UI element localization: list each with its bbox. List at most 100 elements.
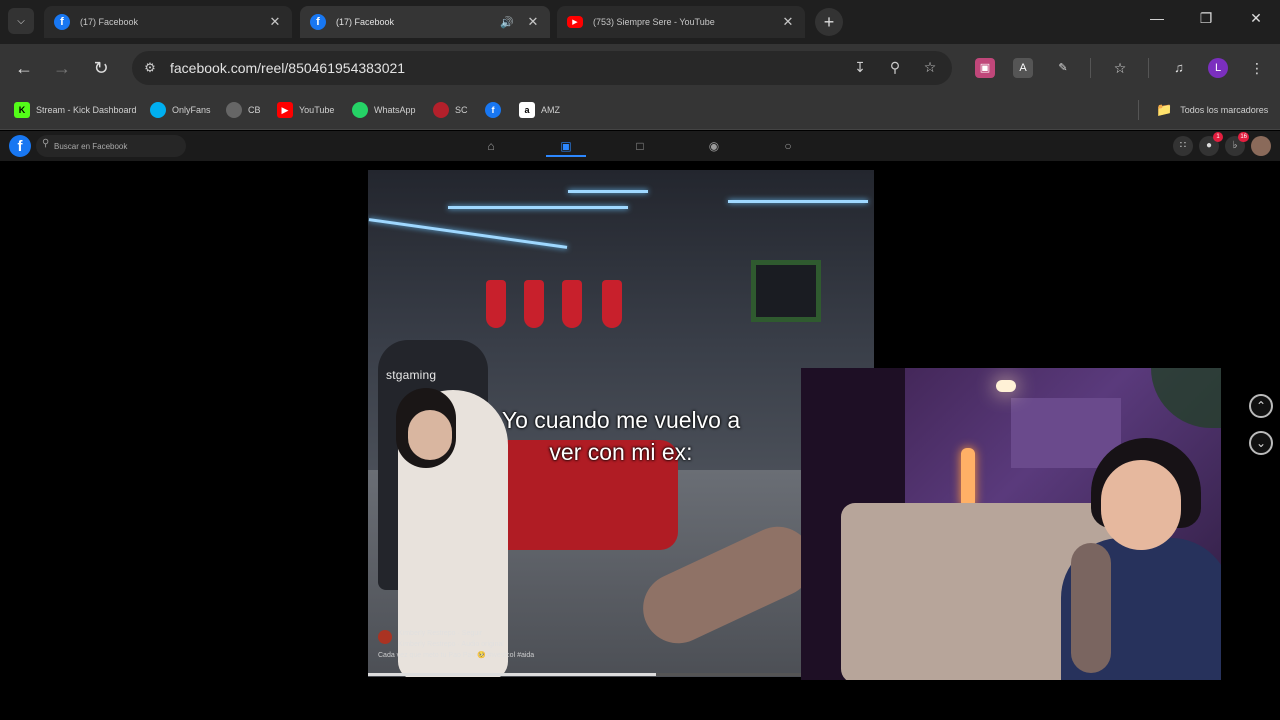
notifications-icon[interactable]: ♭ 16 (1225, 132, 1249, 156)
browser-toolbar: ← → ↻ ⚙ facebook.com/reel/85046195438302… (0, 44, 1280, 92)
messenger-icon[interactable]: ● 1 (1199, 132, 1223, 156)
youtube-icon: ▶ (567, 16, 583, 28)
facebook-icon: f (310, 14, 326, 30)
divider (1148, 58, 1149, 78)
chair-brand-text: stgaming (386, 368, 437, 382)
neon-light (728, 200, 868, 203)
extension-icon[interactable]: ▣ (975, 58, 995, 78)
bookmark-label: YouTube (299, 105, 335, 115)
all-bookmarks-label: Todos los marcadores (1180, 105, 1269, 115)
groups-icon[interactable]: ◉ (694, 135, 734, 157)
tab-facebook-1[interactable]: f (17) Facebook ✕ (44, 6, 292, 38)
wreath-frame (751, 260, 821, 322)
gaming-icon[interactable]: ○ (768, 135, 808, 157)
search-input[interactable] (54, 138, 179, 154)
next-reel-button[interactable]: ⌄ (1249, 431, 1273, 455)
tab-title: (753) Siempre Sere - YouTube (593, 17, 715, 27)
folder-icon: 📁 (1156, 102, 1173, 117)
account-avatar[interactable] (1251, 136, 1271, 156)
tab-title: (17) Facebook (80, 17, 139, 27)
neon-light (448, 206, 628, 209)
video-icon[interactable]: ▣ (546, 135, 586, 157)
reel-video[interactable]: stgaming Yo cuando me vuelvo a ver con m… (368, 170, 874, 677)
bookmark-label: AMZ (541, 105, 560, 115)
site-info-icon[interactable]: ⚙ (140, 58, 160, 78)
speaker-icon[interactable]: 🔊 (500, 16, 514, 29)
close-icon[interactable]: ✕ (781, 14, 795, 30)
tab-youtube[interactable]: ▶ (753) Siempre Sere - YouTube ✕ (557, 6, 805, 38)
zoom-icon[interactable]: ⚲ (885, 59, 905, 77)
close-window-button[interactable]: ✕ (1246, 10, 1266, 27)
bookmark-label: OnlyFans (172, 105, 211, 115)
back-button[interactable]: ← (12, 56, 36, 80)
extensions-puzzle-icon[interactable]: ✎ (1053, 58, 1073, 78)
bookmarks-star-icon[interactable]: ☆ (1110, 58, 1130, 78)
address-bar[interactable]: ⚙ facebook.com/reel/850461954383021 ↧ ⚲ … (132, 51, 952, 85)
url-text[interactable]: facebook.com/reel/850461954383021 (170, 60, 405, 76)
marketplace-icon[interactable]: □ (620, 135, 660, 157)
bookmark-youtube[interactable]: ▶ YouTube (277, 100, 334, 120)
bookmark-label: WhatsApp (374, 105, 416, 115)
audio-line[interactable]: Kimberly Restrepo · Audio original (398, 639, 678, 650)
close-icon[interactable]: ✕ (268, 14, 282, 30)
plant-leaves (1151, 368, 1221, 428)
messenger-badge: 1 (1213, 132, 1223, 142)
previous-reel-button[interactable]: ⌃ (1249, 394, 1273, 418)
search-icon: ⚲ (42, 138, 50, 149)
menu-grid-icon[interactable]: ∷ (1173, 136, 1193, 156)
bookmark-label: SC (455, 105, 468, 115)
streamer-face (1101, 460, 1181, 550)
webcam-overlay (801, 368, 1221, 680)
sc-icon (433, 102, 449, 118)
bookmark-label: CB (248, 105, 261, 115)
reload-button[interactable]: ↻ (89, 56, 113, 80)
home-icon[interactable]: ⌂ (471, 135, 511, 157)
restore-button[interactable]: ❐ (1196, 10, 1216, 27)
tab-search-button[interactable]: ⌵ (8, 8, 34, 34)
facebook-icon: f (485, 102, 501, 118)
bookmark-onlyfans[interactable]: OnlyFans (150, 100, 211, 120)
bookmarks-bar: K Stream - Kick Dashboard OnlyFans CB ▶ … (0, 92, 1280, 130)
bookmark-kick[interactable]: K Stream - Kick Dashboard (14, 100, 137, 120)
facebook-search[interactable]: ⚲ (36, 135, 186, 157)
chevron-down-icon: ⌵ (17, 15, 25, 27)
bookmark-sc[interactable]: SC (433, 100, 468, 120)
bookmark-amazon[interactable]: a AMZ (519, 100, 560, 120)
translate-icon[interactable]: A (1013, 58, 1033, 78)
notifications-badge: 16 (1238, 132, 1249, 142)
divider (1090, 58, 1091, 78)
caption-line: ver con mi ex: (549, 439, 693, 465)
new-tab-button[interactable]: + (815, 8, 843, 36)
globe-icon (226, 102, 242, 118)
tab-strip: ⌵ f (17) Facebook ✕ f (17) Facebook 🔊 ✕ … (0, 0, 1280, 44)
forward-button[interactable]: → (50, 56, 74, 80)
all-bookmarks-button[interactable]: 📁 Todos los marcadores (1156, 100, 1268, 120)
star-icon[interactable]: ☆ (920, 59, 940, 77)
author-line[interactable]: Kimberly Restrepo · Seguir (398, 628, 678, 639)
youtube-icon: ▶ (277, 102, 293, 118)
amazon-icon: a (519, 102, 535, 118)
bookmark-label: Stream - Kick Dashboard (36, 105, 137, 115)
caption-line: Yo cuando me vuelvo a (501, 407, 741, 433)
stocking (602, 280, 622, 328)
stocking (524, 280, 544, 328)
video-progress-bar[interactable] (368, 673, 874, 676)
divider (1138, 100, 1139, 120)
facebook-header: f ⚲ ⌂ ▣ □ ◉ ○ ∷ ● 1 ♭ 16 (0, 131, 1280, 161)
media-control-icon[interactable]: ♫ (1169, 58, 1189, 78)
bookmark-whatsapp[interactable]: WhatsApp (352, 100, 416, 120)
menu-icon[interactable]: ⋮ (1247, 58, 1267, 78)
minimize-button[interactable]: — (1147, 10, 1167, 26)
reel-meta: Kimberly Restrepo · Seguir Kimberly Rest… (378, 628, 678, 661)
close-icon[interactable]: ✕ (526, 14, 540, 30)
neon-light (568, 190, 648, 193)
reel-caption: Yo cuando me vuelvo a ver con mi ex: (368, 404, 874, 468)
bookmark-cb[interactable]: CB (226, 100, 261, 120)
install-icon[interactable]: ↧ (850, 59, 870, 77)
tab-facebook-2[interactable]: f (17) Facebook 🔊 ✕ (300, 6, 550, 38)
facebook-logo[interactable]: f (9, 135, 31, 157)
bookmark-facebook[interactable]: f (485, 100, 507, 120)
stocking (562, 280, 582, 328)
profile-avatar[interactable]: L (1208, 58, 1228, 78)
lamp (996, 380, 1016, 392)
